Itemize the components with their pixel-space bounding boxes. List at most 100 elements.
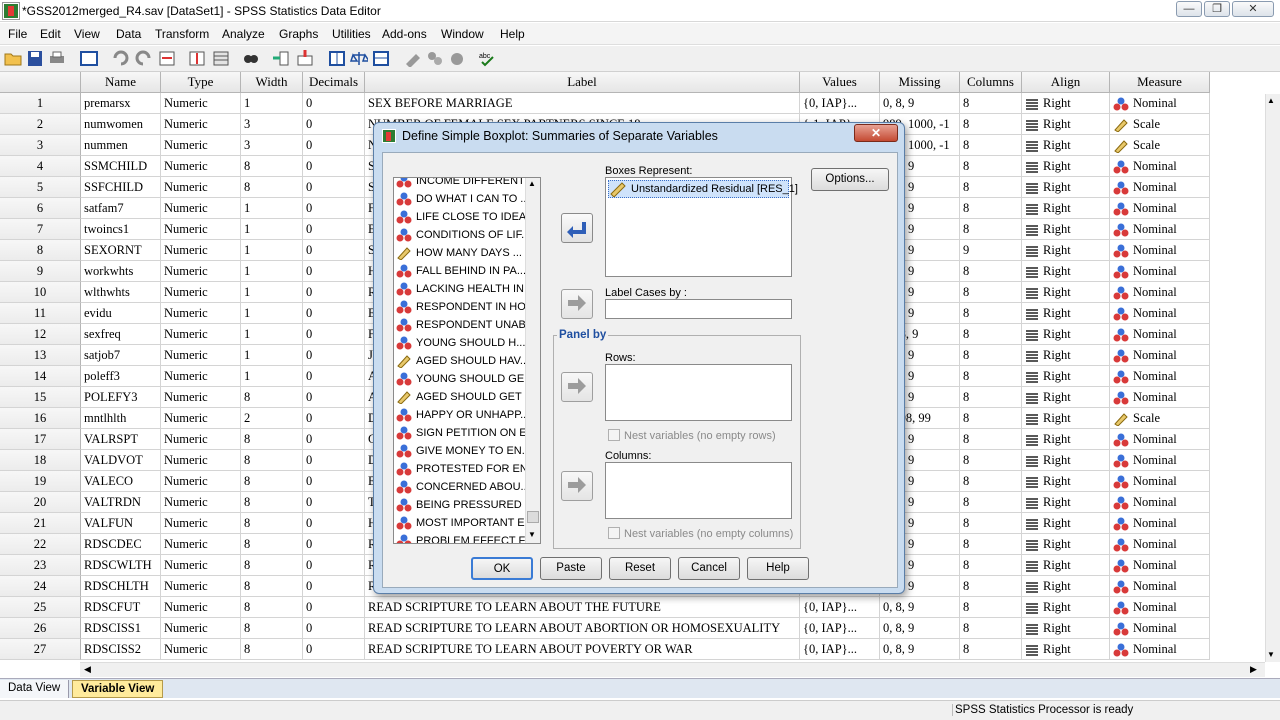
- cell-measure[interactable]: Nominal: [1110, 324, 1210, 345]
- variable-list-item[interactable]: SIGN PETITION ON E...: [396, 424, 536, 442]
- print-icon[interactable]: [48, 50, 66, 67]
- row-number[interactable]: 8: [0, 240, 81, 261]
- goto-case-icon[interactable]: [158, 50, 176, 67]
- header-decimals[interactable]: Decimals: [303, 72, 365, 93]
- cell-name[interactable]: satjob7: [81, 345, 161, 366]
- cell-cols[interactable]: 8: [960, 261, 1022, 282]
- horizontal-scrollbar[interactable]: ◀ ▶: [80, 662, 1265, 677]
- variable-list-item[interactable]: HAPPY OR UNHAPP...: [396, 406, 529, 424]
- cell-align[interactable]: Right: [1022, 198, 1110, 219]
- cell-dec[interactable]: 0: [303, 282, 365, 303]
- cell-width[interactable]: 1: [241, 282, 303, 303]
- cell-name[interactable]: nummen: [81, 135, 161, 156]
- cell-measure[interactable]: Nominal: [1110, 198, 1210, 219]
- cell-dec[interactable]: 0: [303, 93, 365, 114]
- cell-dec[interactable]: 0: [303, 597, 365, 618]
- cell-missing[interactable]: 0, 8, 9: [880, 93, 960, 114]
- cell-width[interactable]: 1: [241, 93, 303, 114]
- cell-dec[interactable]: 0: [303, 366, 365, 387]
- cell-cols[interactable]: 8: [960, 93, 1022, 114]
- cell-align[interactable]: Right: [1022, 324, 1110, 345]
- cell-dec[interactable]: 0: [303, 450, 365, 471]
- header-label[interactable]: Label: [365, 72, 800, 93]
- row-number[interactable]: 14: [0, 366, 81, 387]
- variable-list-item[interactable]: AGED SHOULD GET ...: [396, 388, 534, 406]
- reset-button[interactable]: Reset: [609, 557, 671, 580]
- cell-cols[interactable]: 8: [960, 156, 1022, 177]
- vertical-scrollbar[interactable]: ▲ ▼: [1265, 94, 1280, 662]
- cell-width[interactable]: 8: [241, 471, 303, 492]
- menu-data[interactable]: Data: [116, 27, 141, 41]
- header-align[interactable]: Align: [1022, 72, 1110, 93]
- cell-type[interactable]: Numeric: [161, 345, 241, 366]
- cell-cols[interactable]: 8: [960, 282, 1022, 303]
- cell-name[interactable]: VALRSPT: [81, 429, 161, 450]
- cell-measure[interactable]: Nominal: [1110, 261, 1210, 282]
- cell-name[interactable]: SEXORNT: [81, 240, 161, 261]
- list-scroll-up-icon[interactable]: ▲: [528, 179, 536, 188]
- cell-name[interactable]: VALTRDN: [81, 492, 161, 513]
- cell-name[interactable]: SSFCHILD: [81, 177, 161, 198]
- cell-dec[interactable]: 0: [303, 135, 365, 156]
- row-number[interactable]: 6: [0, 198, 81, 219]
- cell-align[interactable]: Right: [1022, 135, 1110, 156]
- variable-list-item[interactable]: CONDITIONS OF LIF...: [396, 226, 530, 244]
- menu-help[interactable]: Help: [500, 27, 525, 41]
- variable-list-item[interactable]: MOST IMPORTANT E...: [396, 514, 534, 532]
- cell-name[interactable]: SSMCHILD: [81, 156, 161, 177]
- tab-data-view[interactable]: Data View: [0, 680, 70, 698]
- cell-width[interactable]: 3: [241, 135, 303, 156]
- variable-list-item[interactable]: PROTESTED FOR EN...: [396, 460, 537, 478]
- cell-type[interactable]: Numeric: [161, 93, 241, 114]
- cell-cols[interactable]: 8: [960, 345, 1022, 366]
- variable-list-item[interactable]: HOW MANY DAYS ...: [396, 244, 522, 262]
- cell-align[interactable]: Right: [1022, 345, 1110, 366]
- cell-cols[interactable]: 8: [960, 429, 1022, 450]
- menu-transform[interactable]: Transform: [155, 27, 209, 41]
- row-number[interactable]: 27: [0, 639, 81, 660]
- cell-dec[interactable]: 0: [303, 639, 365, 660]
- cell-align[interactable]: Right: [1022, 513, 1110, 534]
- cell-name[interactable]: RDSCHLTH: [81, 576, 161, 597]
- cell-align[interactable]: Right: [1022, 93, 1110, 114]
- move-to-label-cases-button[interactable]: [561, 289, 593, 319]
- cell-measure[interactable]: Nominal: [1110, 492, 1210, 513]
- cell-measure[interactable]: Nominal: [1110, 639, 1210, 660]
- cell-width[interactable]: 8: [241, 513, 303, 534]
- cell-dec[interactable]: 0: [303, 471, 365, 492]
- cell-type[interactable]: Numeric: [161, 114, 241, 135]
- cell-type[interactable]: Numeric: [161, 639, 241, 660]
- cell-align[interactable]: Right: [1022, 429, 1110, 450]
- cell-dec[interactable]: 0: [303, 387, 365, 408]
- row-number[interactable]: 2: [0, 114, 81, 135]
- cell-measure[interactable]: Nominal: [1110, 471, 1210, 492]
- cell-measure[interactable]: Nominal: [1110, 576, 1210, 597]
- cell-dec[interactable]: 0: [303, 240, 365, 261]
- cell-type[interactable]: Numeric: [161, 366, 241, 387]
- cell-measure[interactable]: Nominal: [1110, 513, 1210, 534]
- cell-measure[interactable]: Nominal: [1110, 240, 1210, 261]
- cell-missing[interactable]: 0, 8, 9: [880, 597, 960, 618]
- cell-type[interactable]: Numeric: [161, 576, 241, 597]
- variable-list-item[interactable]: GIVE MONEY TO EN...: [396, 442, 531, 460]
- list-scroll-thumb[interactable]: [527, 511, 539, 523]
- maximize-button[interactable]: ❐: [1204, 1, 1230, 17]
- cell-width[interactable]: 8: [241, 618, 303, 639]
- cell-cols[interactable]: 8: [960, 324, 1022, 345]
- paste-button[interactable]: Paste: [540, 557, 602, 580]
- cell-type[interactable]: Numeric: [161, 513, 241, 534]
- cell-width[interactable]: 1: [241, 303, 303, 324]
- cell-dec[interactable]: 0: [303, 618, 365, 639]
- variable-list-scrollbar[interactable]: ▲ ▼: [525, 178, 540, 543]
- weight-cases-icon[interactable]: [350, 50, 368, 67]
- menu-analyze[interactable]: Analyze: [222, 27, 265, 41]
- cell-measure[interactable]: Nominal: [1110, 345, 1210, 366]
- cell-cols[interactable]: 9: [960, 240, 1022, 261]
- cell-cols[interactable]: 8: [960, 177, 1022, 198]
- cell-measure[interactable]: Nominal: [1110, 219, 1210, 240]
- variable-list-item[interactable]: FALL BEHIND IN PA...: [396, 262, 526, 280]
- cell-measure[interactable]: Scale: [1110, 114, 1210, 135]
- cell-align[interactable]: Right: [1022, 282, 1110, 303]
- cell-align[interactable]: Right: [1022, 366, 1110, 387]
- cell-dec[interactable]: 0: [303, 492, 365, 513]
